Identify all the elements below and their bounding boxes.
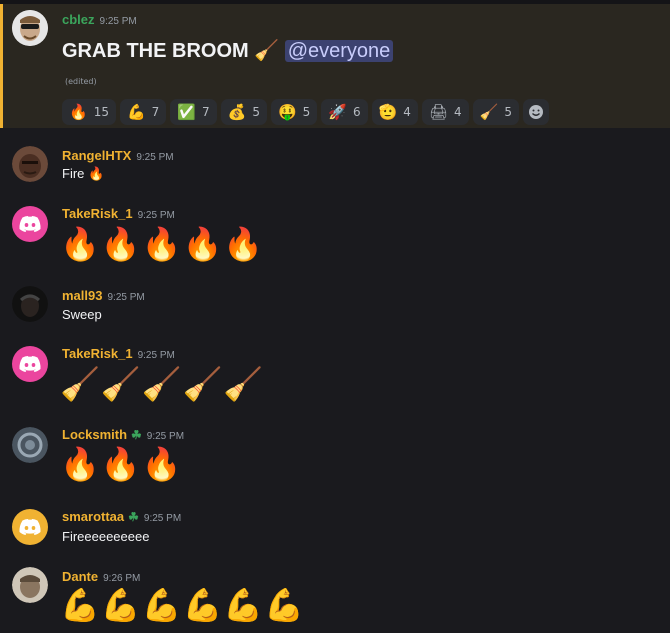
add-reaction-button[interactable] — [522, 99, 549, 125]
message-text: Fire 🔥 — [62, 166, 105, 181]
message[interactable]: TakeRisk_1 9:25 PM 🔥🔥🔥🔥🔥 — [0, 200, 670, 270]
timestamp: 9:25 PM — [137, 210, 175, 221]
avatar[interactable] — [12, 427, 48, 463]
discord-logo-icon — [19, 216, 41, 232]
reaction-muscle[interactable]: 💪 7 — [119, 99, 167, 125]
discord-logo-icon — [19, 356, 41, 372]
timestamp: 9:25 PM — [146, 431, 185, 442]
message[interactable]: Dante 9:26 PM 💪💪💪💪💪💪 — [0, 563, 670, 633]
check-icon: ✅ — [177, 103, 196, 121]
reaction-count: 6 — [352, 105, 361, 119]
money-face-icon: 🤑 — [277, 103, 297, 121]
timestamp: 9:25 PM — [137, 350, 175, 361]
avatar[interactable] — [12, 10, 48, 46]
message[interactable]: RangelHTX 9:25 PM Fire 🔥 — [0, 140, 670, 190]
salute-icon: 🫡 — [378, 103, 398, 121]
reaction-count: 15 — [93, 105, 109, 119]
message-emoji: 💪💪💪💪💪💪 — [60, 586, 306, 624]
message-emoji: 🔥🔥🔥🔥🔥 — [60, 225, 265, 263]
username[interactable]: RangelHTX 9:25 PM — [62, 148, 174, 163]
reaction-count: 4 — [453, 105, 462, 119]
reaction-count: 7 — [151, 105, 160, 119]
timestamp: 9:25 PM — [143, 513, 182, 524]
reaction-check[interactable]: ✅ 7 — [170, 99, 217, 125]
reaction-printer[interactable]: 🖨 4 — [421, 99, 469, 125]
avatar[interactable] — [12, 509, 48, 545]
edited-label: (edited) — [65, 77, 97, 86]
clover-icon: ☘ — [128, 510, 139, 524]
avatar[interactable] — [12, 146, 48, 182]
avatar[interactable] — [12, 286, 48, 322]
message-text: GRAB THE BROOM 🧹 — [62, 40, 280, 62]
everyone-mention[interactable]: @everyone — [284, 40, 394, 62]
username[interactable]: smarottaa ☘ 9:25 PM — [62, 509, 181, 524]
avatar[interactable] — [12, 567, 48, 603]
timestamp: 9:25 PM — [107, 292, 145, 303]
discord-logo-icon — [19, 519, 41, 535]
username[interactable]: Dante 9:26 PM — [62, 569, 140, 584]
message[interactable]: smarottaa ☘ 9:25 PM Fireeeeeeeeee — [0, 503, 670, 553]
reaction-salute[interactable]: 🫡 4 — [371, 99, 418, 125]
broom-icon: 🧹 — [479, 103, 499, 121]
muscle-icon: 💪 — [126, 103, 146, 121]
reaction-moneybag[interactable]: 💰 5 — [220, 99, 267, 125]
clover-icon: ☘ — [131, 428, 142, 442]
message-emoji: 🧹🧹🧹🧹🧹 — [60, 365, 265, 403]
message-text: Sweep — [62, 307, 102, 322]
avatar[interactable] — [12, 346, 48, 382]
message[interactable]: TakeRisk_1 9:25 PM 🧹🧹🧹🧹🧹 — [0, 340, 670, 415]
smiley-icon — [528, 105, 543, 119]
username[interactable]: TakeRisk_1 9:25 PM — [62, 346, 175, 361]
username-text[interactable]: TakeRisk_1 — [62, 206, 133, 221]
timestamp: 9:25 PM — [136, 152, 174, 163]
timestamp: 9:26 PM — [103, 573, 141, 584]
message-content: GRAB THE BROOM 🧹 @everyone — [62, 38, 394, 63]
timestamp: 9:25 PM — [99, 16, 137, 27]
username[interactable]: Locksmith ☘ 9:25 PM — [62, 427, 184, 442]
message[interactable]: Locksmith ☘ 9:25 PM 🔥🔥🔥 — [0, 421, 670, 493]
reaction-money-face[interactable]: 🤑 5 — [270, 99, 318, 125]
reaction-count: 5 — [302, 105, 311, 119]
reaction-count: 5 — [504, 105, 512, 119]
printer-icon: 🖨 — [428, 103, 448, 121]
message[interactable]: mall93 9:25 PM Sweep — [0, 282, 670, 332]
username-text[interactable]: smarottaa — [62, 509, 124, 524]
username[interactable]: mall93 9:25 PM — [62, 288, 145, 303]
message-emoji: 🔥🔥🔥 — [60, 445, 183, 483]
reaction-fire[interactable]: 🔥 15 — [62, 99, 116, 125]
fire-icon: 🔥 — [69, 103, 88, 121]
money-bag-icon: 💰 — [227, 103, 247, 121]
reaction-rocket[interactable]: 🚀 6 — [321, 99, 368, 125]
rocket-icon: 🚀 — [328, 103, 347, 121]
reaction-count: 5 — [252, 105, 260, 119]
username-text[interactable]: TakeRisk_1 — [62, 346, 133, 361]
message-mention[interactable]: cblez 9:25 PM GRAB THE BROOM 🧹 @everyone … — [0, 4, 670, 128]
username[interactable]: cblez 9:25 PM — [62, 12, 137, 27]
username-text[interactable]: cblez — [62, 12, 95, 27]
reaction-count: 7 — [201, 105, 210, 119]
reaction-count: 4 — [403, 105, 411, 119]
message-text: Fireeeeeeeeee — [62, 529, 150, 544]
username[interactable]: TakeRisk_1 9:25 PM — [62, 206, 175, 221]
avatar[interactable] — [12, 206, 48, 242]
username-text[interactable]: Locksmith — [62, 427, 127, 442]
reactions-bar: 🔥 15 💪 7 ✅ 7 💰 5 🤑 5 🚀 6 🫡 4 🖨 4 🧹 5 — [62, 99, 549, 125]
reaction-broom[interactable]: 🧹 5 — [472, 99, 519, 125]
username-text[interactable]: Dante — [62, 569, 98, 584]
username-text[interactable]: mall93 — [62, 288, 102, 303]
username-text[interactable]: RangelHTX — [62, 148, 131, 163]
